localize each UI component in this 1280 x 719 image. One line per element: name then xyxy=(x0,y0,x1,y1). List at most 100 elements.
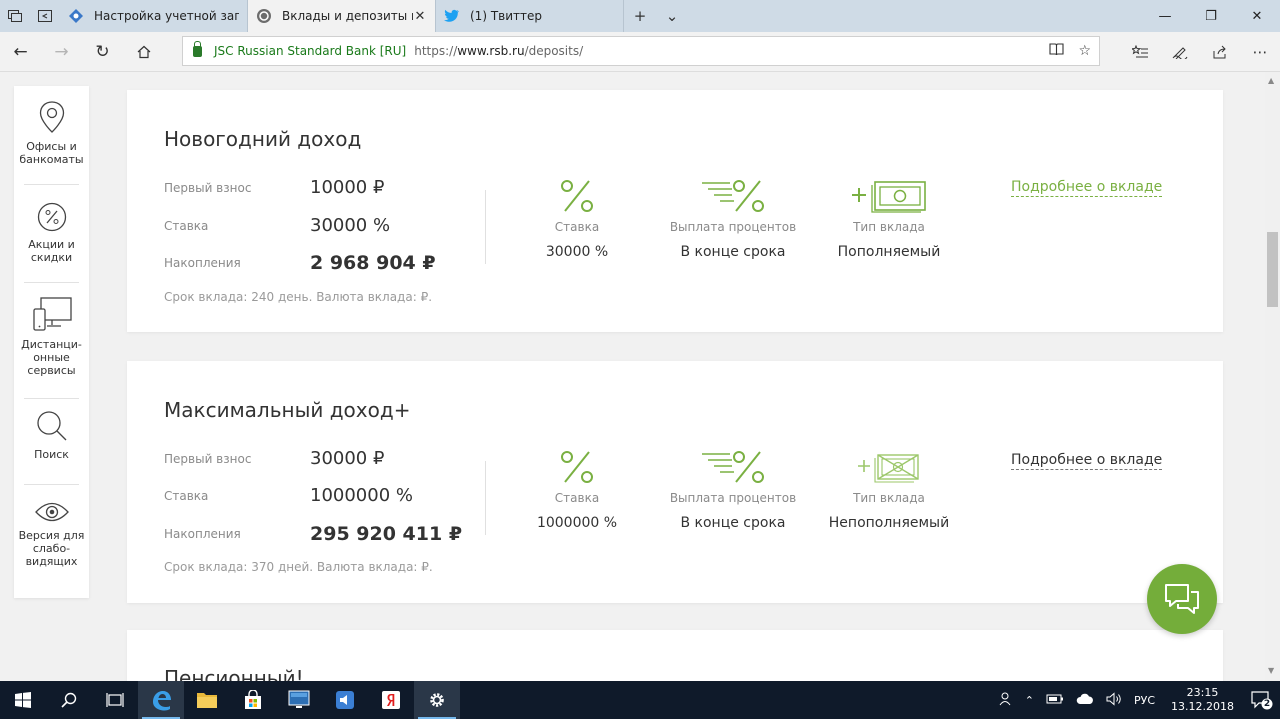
feature-value: Пополняемый xyxy=(837,244,941,260)
new-tab-icon[interactable]: + xyxy=(624,7,656,25)
tab-account-settings[interactable]: Настройка учетной записи xyxy=(60,0,248,32)
scroll-down-icon[interactable]: ▼ xyxy=(1268,666,1274,675)
deposit-card: Пенсионный! xyxy=(127,630,1223,681)
taskbar-edge[interactable] xyxy=(138,681,184,719)
quick-sidebar: Офисы и банкоматы Акции и скидки Дистанц… xyxy=(14,86,89,598)
search-icon xyxy=(61,692,77,708)
feature-rate: Ставка 1000000 % xyxy=(497,449,657,531)
home-icon[interactable] xyxy=(123,32,164,72)
scroll-up-icon[interactable]: ▲ xyxy=(1268,76,1274,85)
show-hidden-icons-chevron-icon[interactable]: ⌃ xyxy=(1019,694,1040,707)
onedrive-cloud-icon[interactable] xyxy=(1070,693,1100,708)
sidebar-item-label: Дистанци-онные сервисы xyxy=(21,338,82,377)
feature-type: Тип вклада Непополняемый xyxy=(809,449,969,531)
deposit-title: Максимальный доход+ xyxy=(164,398,411,422)
people-icon[interactable] xyxy=(993,692,1019,709)
payout-icon xyxy=(702,451,764,483)
map-pin-icon xyxy=(39,101,64,133)
feature-label: Тип вклада xyxy=(853,220,925,234)
feature-payout: Выплата процентов В конце срока xyxy=(653,449,813,531)
back-icon[interactable]: ← xyxy=(0,32,41,72)
action-center-button[interactable]: 2 xyxy=(1244,681,1280,719)
reading-view-icon[interactable] xyxy=(1049,43,1064,60)
savings-label: Накопления xyxy=(164,256,241,270)
close-window-icon[interactable]: ✕ xyxy=(1234,0,1280,32)
web-note-icon[interactable] xyxy=(1160,32,1200,72)
tab-deposits[interactable]: Вклады и депозиты в М ✕ xyxy=(248,0,436,32)
rate-value: 30000 % xyxy=(310,215,391,236)
savings-value: 295 920 411 ₽ xyxy=(310,523,463,545)
tab-label: Настройка учетной записи xyxy=(94,9,239,23)
rate-value: 1000000 % xyxy=(310,485,413,506)
percent-icon xyxy=(561,451,593,483)
refresh-icon[interactable]: ↻ xyxy=(82,32,123,72)
set-tabs-aside-icon[interactable] xyxy=(30,0,60,32)
search-icon xyxy=(36,411,66,441)
feature-type: Тип вклада Пополняемый xyxy=(809,178,969,260)
notification-count: 2 xyxy=(1263,699,1271,709)
forward-icon[interactable]: → xyxy=(41,32,82,72)
chat-button[interactable] xyxy=(1147,564,1217,634)
volume-icon[interactable] xyxy=(1100,691,1128,709)
feature-label: Ставка xyxy=(554,491,600,505)
rate-label: Ставка xyxy=(164,489,209,503)
taskbar-app-monitor[interactable] xyxy=(276,681,322,719)
sidebar-item-promos[interactable]: Акции и скидки xyxy=(14,202,89,264)
sidebar-item-label: Поиск xyxy=(34,448,69,461)
search-button[interactable] xyxy=(46,681,92,719)
non-refillable-icon xyxy=(858,454,919,483)
sidebar-item-offices[interactable]: Офисы и банкоматы xyxy=(14,100,89,166)
first-payment-value: 10000 ₽ xyxy=(310,177,385,198)
yandex-icon xyxy=(382,691,400,709)
clock-date: 13.12.2018 xyxy=(1171,700,1234,713)
lock-icon[interactable] xyxy=(193,40,202,57)
taskbar-explorer[interactable] xyxy=(184,681,230,719)
close-tab-icon[interactable]: ✕ xyxy=(413,9,427,24)
percent-circle-icon xyxy=(37,202,66,232)
more-about-deposit-link[interactable]: Подробнее о вкладе xyxy=(1011,179,1163,197)
address-bar[interactable]: JSC Russian Standard Bank [RU] https://w… xyxy=(182,36,1100,66)
more-about-deposit-link[interactable]: Подробнее о вкладе xyxy=(1011,452,1163,470)
payout-icon xyxy=(702,180,764,212)
minimize-icon[interactable]: — xyxy=(1142,0,1188,32)
percent-icon xyxy=(561,180,593,212)
taskbar-yandex[interactable] xyxy=(368,681,414,719)
feature-value: В конце срока xyxy=(680,244,786,260)
deposit-terms-note: Срок вклада: 240 день. Валюта вклада: ₽. xyxy=(164,290,433,304)
feature-label: Выплата процентов xyxy=(669,220,797,234)
site-identity[interactable]: JSC Russian Standard Bank [RU] xyxy=(214,44,406,58)
deposit-terms-note: Срок вклада: 370 дней. Валюта вклада: ₽. xyxy=(164,560,433,574)
task-view-button[interactable] xyxy=(92,681,138,719)
page-scrollbar[interactable]: ▲ ▼ xyxy=(1265,72,1280,681)
sidebar-item-label: Акции и скидки xyxy=(28,238,75,264)
sidebar-item-remote-services[interactable]: Дистанци-онные сервисы xyxy=(14,296,89,377)
sidebar-item-search[interactable]: Поиск xyxy=(14,410,89,461)
taskbar-settings[interactable] xyxy=(414,681,460,719)
deposit-card: Максимальный доход+ Первый взнос 30000 ₽… xyxy=(127,361,1223,603)
windows-logo-icon xyxy=(15,692,31,708)
battery-icon[interactable] xyxy=(1040,693,1070,708)
savings-label: Накопления xyxy=(164,527,241,541)
tab-preview-chevron-icon[interactable]: ⌄ xyxy=(656,7,688,25)
rsb-favicon-icon xyxy=(256,8,272,24)
tab-label: (1) Твиттер xyxy=(470,9,542,23)
tab-list-icon[interactable] xyxy=(0,0,30,32)
scrollbar-thumb[interactable] xyxy=(1267,232,1278,307)
input-language[interactable]: РУС xyxy=(1128,694,1161,707)
devices-icon xyxy=(32,297,72,331)
taskbar-store[interactable] xyxy=(230,681,276,719)
folder-icon xyxy=(197,693,217,708)
taskbar-app-audio[interactable] xyxy=(322,681,368,719)
favorite-star-icon[interactable]: ☆ xyxy=(1078,43,1091,60)
start-button[interactable] xyxy=(0,681,46,719)
maximize-icon[interactable]: ❐ xyxy=(1188,0,1234,32)
rate-label: Ставка xyxy=(164,219,209,233)
sidebar-item-accessibility[interactable]: Версия для слабо-видящих xyxy=(14,501,89,568)
chat-bubbles-icon xyxy=(1165,584,1199,614)
clock[interactable]: 23:15 13.12.2018 xyxy=(1161,686,1244,714)
tab-twitter[interactable]: (1) Твиттер xyxy=(436,0,624,32)
more-menu-icon[interactable]: ⋯ xyxy=(1240,32,1280,72)
favorites-hub-icon[interactable] xyxy=(1120,32,1160,72)
url-text[interactable]: https://www.rsb.ru/deposits/ xyxy=(414,44,583,58)
share-icon[interactable] xyxy=(1200,32,1240,72)
